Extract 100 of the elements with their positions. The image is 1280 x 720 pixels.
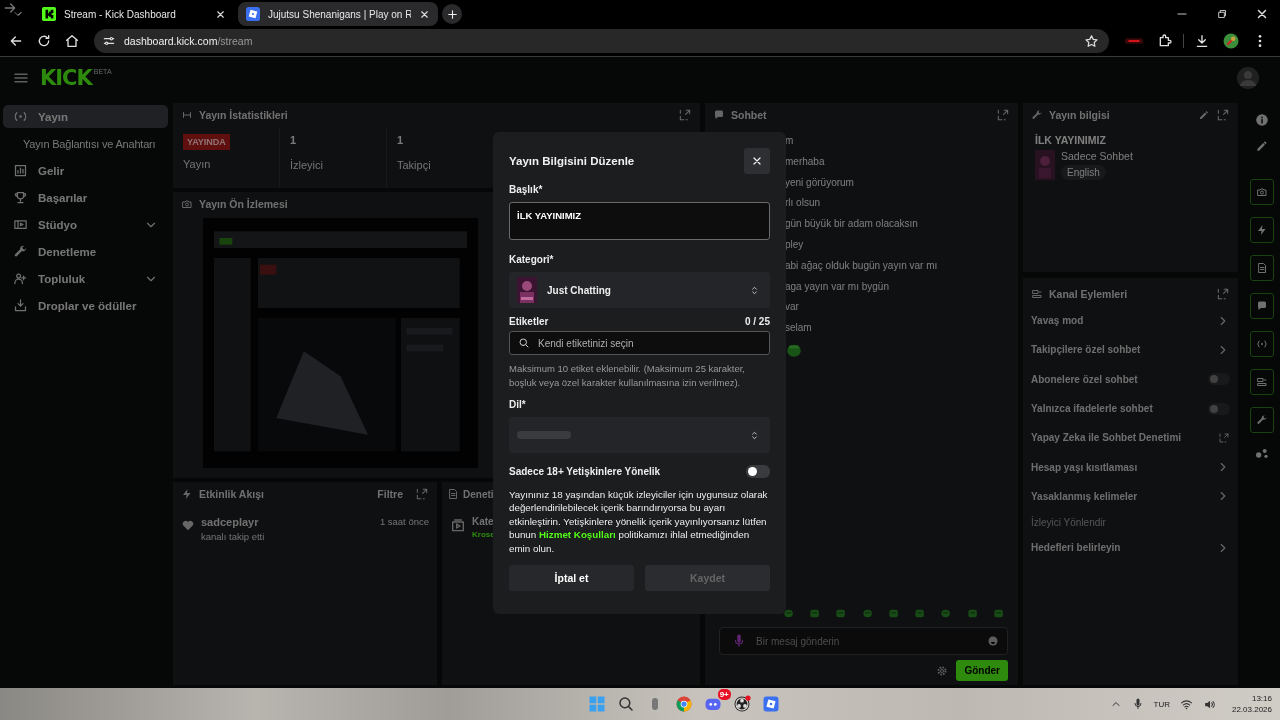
log-title: Kate	[472, 516, 495, 527]
toggle-switch[interactable]	[1208, 373, 1230, 386]
game-launcher-icon[interactable]	[761, 695, 780, 713]
sidebar-item[interactable]: Yayın Bağlantısı ve Anahtarı	[3, 132, 168, 155]
chat-message: merhaba	[785, 154, 826, 169]
camera-button[interactable]	[1249, 179, 1274, 205]
info-icon[interactable]	[1254, 113, 1269, 127]
notification-badge: 9+	[717, 689, 731, 700]
edit-icon[interactable]	[1198, 109, 1210, 121]
filter-link[interactable]: Filtre	[377, 488, 403, 500]
microphone-icon	[732, 634, 746, 648]
site-settings-icon	[102, 34, 116, 48]
home-icon[interactable]	[64, 33, 80, 49]
expand-icon[interactable]	[996, 108, 1010, 122]
stream-title: İLK YAYINIMIZ	[1034, 133, 1107, 148]
close-icon[interactable]	[215, 8, 226, 20]
stat-value: 1	[290, 134, 297, 148]
send-button[interactable]: Gönder	[956, 660, 1008, 681]
channel-action-item[interactable]: Takipçilere özel sohbet	[1023, 335, 1238, 365]
start-icon[interactable]	[587, 695, 606, 713]
microphone-icon[interactable]	[1131, 698, 1144, 710]
note-button[interactable]	[1249, 255, 1274, 281]
wrench-icon	[1031, 109, 1043, 121]
recorder-icon[interactable]	[732, 695, 751, 713]
channel-action-item[interactable]: Hesap yaşı kısıtlaması	[1023, 452, 1238, 482]
wifi-icon[interactable]	[1179, 697, 1193, 711]
chat-message: rlı olsun	[785, 196, 821, 211]
back-icon[interactable]	[8, 33, 24, 49]
sidebar-item[interactable]: Denetleme	[3, 240, 168, 263]
close-button[interactable]	[744, 148, 770, 174]
sidebar-item[interactable]: Başarılar	[3, 186, 168, 209]
sidebar-item[interactable]: Gelir	[3, 159, 168, 182]
browser-icon[interactable]	[674, 695, 693, 713]
expand-icon[interactable]	[678, 108, 692, 122]
stat-label: Yayın	[183, 158, 211, 170]
expand-icon[interactable]	[415, 487, 429, 501]
field-label: Kategori*	[509, 254, 555, 265]
wrench-button[interactable]	[1249, 407, 1274, 433]
chat-message: gün büyük bir adam olacaksın	[785, 217, 919, 232]
restore-icon[interactable]	[1215, 7, 1229, 21]
message-field[interactable]: Bir mesaj gönderin	[754, 634, 979, 648]
sidebar-item[interactable]: Stüdyo	[3, 213, 168, 236]
toggle-switch[interactable]	[746, 465, 770, 478]
hint-text: Maksimum 10 etiket eklenebilir. (Maksimum 25 karakter, boşluk veya özel karakter kullanılmasına izin verilmez).	[509, 362, 746, 389]
expand-icon[interactable]	[1216, 108, 1230, 122]
search-icon[interactable]	[616, 695, 635, 713]
chat-message: pley	[785, 238, 805, 252]
extensions-icon[interactable]	[1157, 33, 1173, 49]
chart-icon	[13, 163, 28, 178]
sidebar-item[interactable]: Yayın	[3, 105, 168, 128]
profile-avatar-icon[interactable]	[1222, 32, 1240, 50]
toggle-label: Sadece 18+ Yetişkinlere Yönelik	[509, 466, 661, 477]
lightning-button[interactable]	[1249, 217, 1274, 243]
input-language[interactable]: TUR	[1153, 699, 1170, 709]
split-icon	[181, 109, 193, 121]
panel-title: Sohbet	[731, 109, 767, 121]
heart-icon	[181, 518, 195, 532]
reload-icon[interactable]	[36, 33, 52, 49]
tag-search-box[interactable]: Kendi etiketinizi seçin	[509, 331, 770, 355]
download-icon[interactable]	[1194, 33, 1210, 49]
title-field[interactable]: İLK YAYINIMIZ	[509, 202, 770, 240]
search-icon	[518, 337, 530, 349]
chat-input[interactable]: Bir mesaj gönderin	[719, 627, 1008, 655]
chat-message: yeni görüyorum	[785, 175, 855, 190]
address-bar[interactable]: dashboard.kick.com/stream	[94, 29, 1109, 53]
user-card-icon	[1255, 376, 1268, 388]
terms-link[interactable]: Hizmet Koşulları	[538, 529, 616, 541]
tag-search-field[interactable]: Kendi etiketinizi seçin	[536, 336, 761, 350]
emoji-icon[interactable]	[987, 635, 999, 647]
card-icon	[1031, 288, 1043, 300]
chat-message: var	[785, 300, 800, 315]
expand-icon[interactable]	[1216, 287, 1230, 301]
close-icon[interactable]	[419, 8, 430, 20]
toggle-switch[interactable]	[1208, 402, 1230, 415]
sidebar-item[interactable]: Topluluk	[3, 267, 168, 290]
channel-action-item[interactable]: Yasaklanmış kelimeler	[1023, 481, 1238, 512]
new-tab-button[interactable]	[442, 4, 462, 24]
note-icon	[1255, 262, 1268, 274]
clock-time[interactable]: 13:16	[1251, 693, 1272, 704]
settings-icon[interactable]	[936, 664, 949, 677]
panel-title: Yayın İstatistikleri	[199, 109, 288, 121]
channel-action-item[interactable]: Yavaş mod	[1023, 306, 1238, 336]
bookmark-star-icon[interactable]	[1084, 33, 1099, 49]
stat-label: İzleyici	[290, 159, 323, 171]
chat-bubble-button[interactable]	[1249, 293, 1274, 319]
camera-icon	[1255, 186, 1268, 198]
edit-icon[interactable]	[1254, 139, 1269, 153]
channel-action-item[interactable]: Hedefleri belirleyin	[1023, 533, 1238, 563]
warning-text: Yayınınız 18 yaşından küçük izleyiciler için uygunsuz olarak değerlendirilebilecek içerik barındırıyorsa bu ayarı etkinleştirin. Yetişkinlere yönelik içerik yayınlıyorsanız lütfen bunun Hizmet Koşulları politikamızı ihlal etmediğinden emin olun.	[509, 488, 769, 556]
panel-title: Yayın bilgisi	[1049, 109, 1110, 121]
close-icon[interactable]	[1255, 7, 1269, 21]
cancel-button[interactable]: İptal et	[509, 565, 634, 592]
sidebar-item[interactable]: Droplar ve ödüller	[3, 294, 168, 317]
event-time: 1 saat önce	[379, 516, 429, 527]
channel-action-item[interactable]: Yapay Zeka ile Sohbet Denetimi	[1023, 423, 1238, 453]
field-label: Dil*	[509, 399, 527, 410]
panel-title: Etkinlik Akışı	[199, 488, 264, 500]
user-card-button[interactable]	[1249, 369, 1274, 395]
category-select[interactable]: Just Chatting	[509, 272, 770, 308]
clock-date[interactable]: 22.03.2026	[1231, 704, 1272, 715]
